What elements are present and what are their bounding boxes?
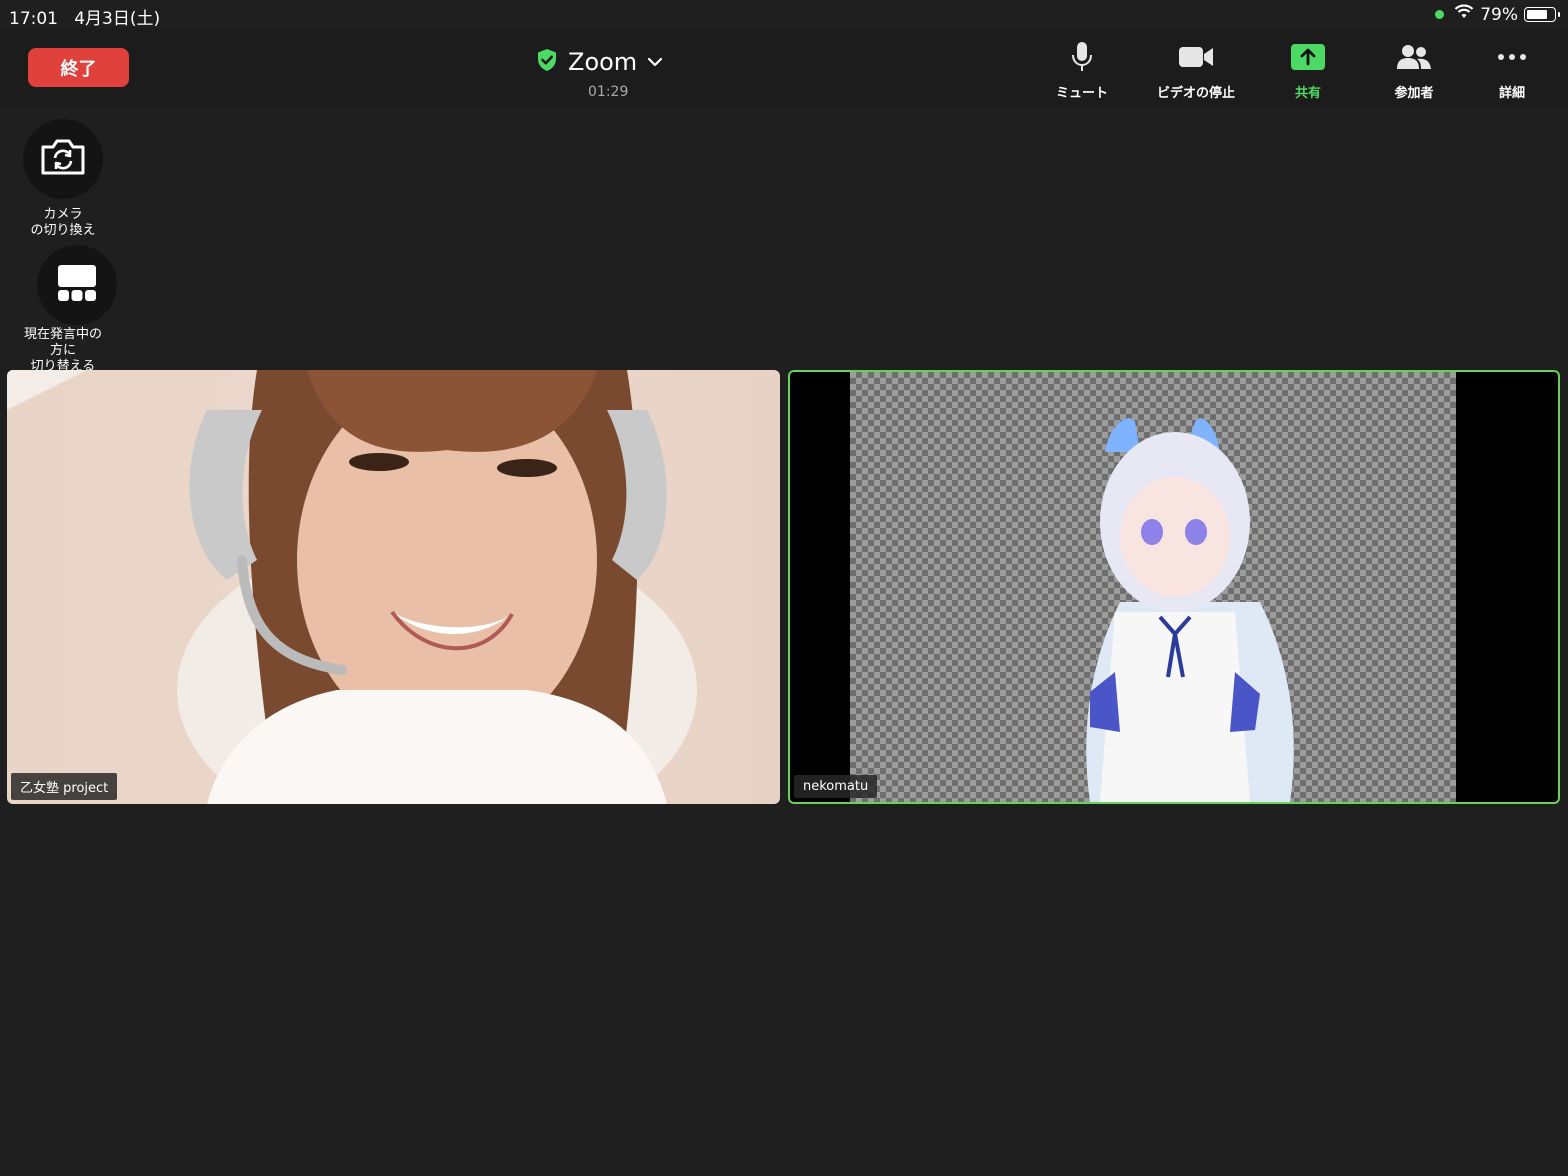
status-right: 79% bbox=[1435, 4, 1560, 25]
mute-label: ミュート bbox=[1055, 86, 1108, 101]
participant-name-tag: 乙女塾 project bbox=[11, 773, 118, 800]
meeting-toolbar: 終了 Zoom 01:29 ミュート ビデオの停止 共有 参加者 詳細 bbox=[0, 28, 1568, 106]
participants-button[interactable]: 参加者 bbox=[1364, 42, 1464, 101]
stop-video-label: ビデオの停止 bbox=[1156, 86, 1235, 101]
participant-video-feed bbox=[7, 370, 697, 804]
status-time: 17:01 4月3日(土) bbox=[9, 9, 161, 29]
speaker-view-button[interactable] bbox=[37, 245, 117, 325]
participants-label: 参加者 bbox=[1394, 86, 1434, 101]
status-bar: 17:01 4月3日(土) 79% bbox=[0, 0, 1568, 29]
end-meeting-button[interactable]: 終了 bbox=[28, 48, 129, 87]
share-button[interactable]: 共有 bbox=[1258, 42, 1358, 101]
switch-camera-button[interactable] bbox=[23, 119, 103, 199]
more-button[interactable]: 詳細 bbox=[1462, 42, 1562, 101]
more-label: 詳細 bbox=[1498, 86, 1525, 101]
meeting-title[interactable]: Zoom bbox=[536, 48, 663, 76]
switch-camera-control[interactable]: カメラ の切り換え bbox=[23, 119, 103, 239]
switch-camera-label: カメラ の切り換え bbox=[30, 207, 96, 238]
battery-percent: 79% bbox=[1480, 4, 1518, 25]
chevron-down-icon bbox=[647, 53, 663, 72]
participant-video-tile-active[interactable]: nekomatu bbox=[788, 370, 1560, 804]
more-dots-icon bbox=[1497, 42, 1527, 72]
stop-video-button[interactable]: ビデオの停止 bbox=[1146, 42, 1246, 101]
shield-check-icon bbox=[536, 48, 558, 76]
speaker-view-label: 現在発言中の 方に 切り替える bbox=[23, 327, 102, 374]
video-camera-icon bbox=[1178, 42, 1214, 72]
mic-in-use-indicator bbox=[1435, 10, 1445, 19]
battery-icon bbox=[1524, 7, 1560, 22]
participant-name-tag: nekomatu bbox=[794, 775, 878, 798]
speaker-view-icon bbox=[57, 264, 97, 306]
microphone-icon bbox=[1070, 42, 1094, 72]
camera-switch-icon bbox=[39, 138, 87, 180]
share-arrow-icon bbox=[1291, 42, 1325, 72]
avatar-video-feed bbox=[1086, 418, 1294, 802]
mute-button[interactable]: ミュート bbox=[1032, 42, 1132, 101]
meeting-name: Zoom bbox=[568, 48, 638, 76]
meeting-timer: 01:29 bbox=[588, 84, 629, 100]
speaker-view-control[interactable]: 現在発言中の 方に 切り替える bbox=[13, 245, 117, 375]
participants-icon bbox=[1396, 42, 1432, 72]
participant-video-tile[interactable]: 乙女塾 project bbox=[7, 370, 780, 804]
wifi-icon bbox=[1454, 4, 1474, 25]
share-label: 共有 bbox=[1294, 86, 1321, 101]
